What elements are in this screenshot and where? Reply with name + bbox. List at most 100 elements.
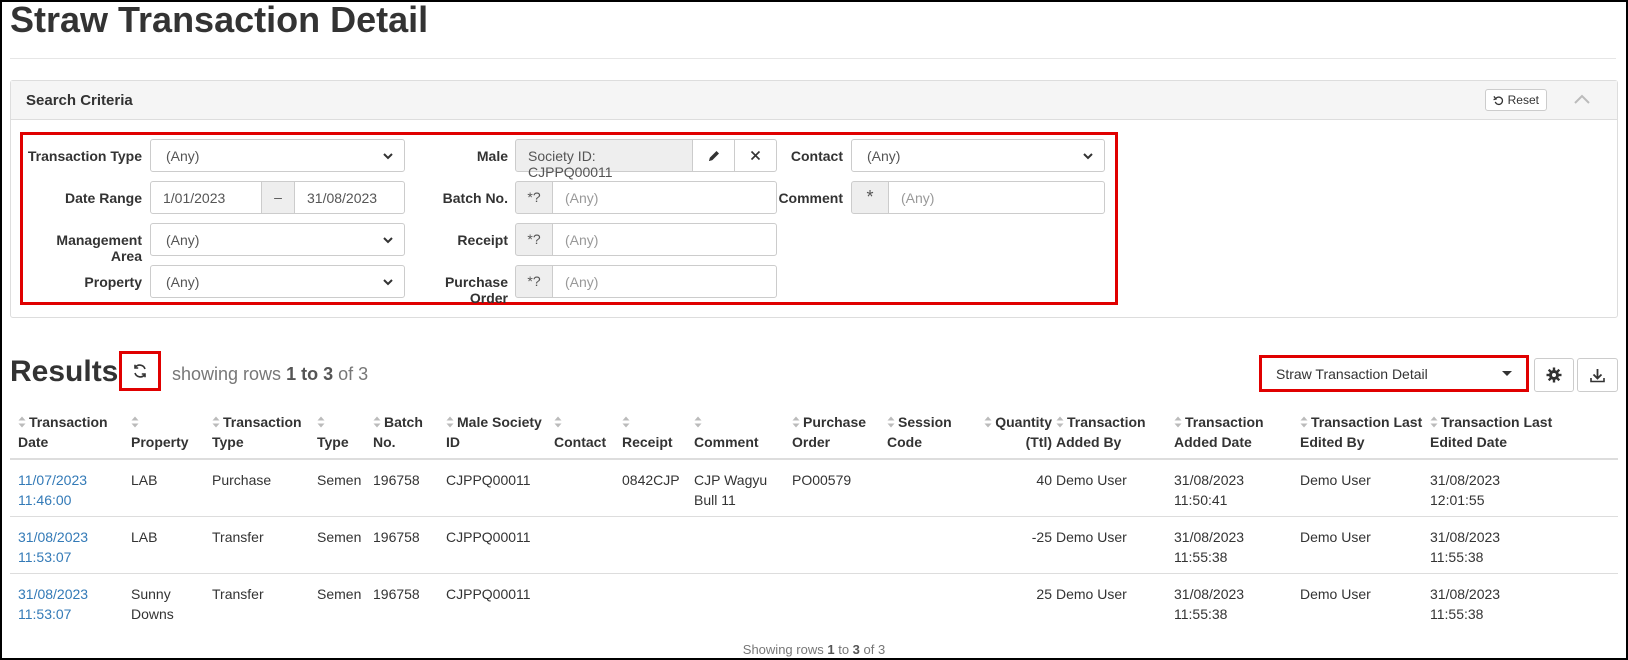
export-button[interactable] bbox=[1577, 358, 1618, 392]
receipt-input[interactable]: (Any) bbox=[552, 223, 777, 256]
header-line-2: Contact bbox=[554, 434, 607, 450]
header-line-1: Purchase bbox=[792, 412, 887, 432]
cell-line[interactable]: 11/07/2023 bbox=[18, 470, 128, 490]
close-icon bbox=[750, 150, 761, 161]
header-line-1: Batch bbox=[373, 412, 443, 432]
showing-rows-text: showing rows 1 to 3 of 3 bbox=[172, 364, 368, 385]
search-criteria-title: Search Criteria bbox=[26, 92, 133, 109]
contact-select[interactable]: (Any) bbox=[851, 139, 1105, 172]
footer-prefix: Showing rows bbox=[742, 642, 824, 657]
column-header-date[interactable]: Transaction Date bbox=[18, 412, 128, 452]
sort-icon bbox=[446, 416, 454, 428]
header-line-1 bbox=[554, 412, 619, 432]
column-header-po[interactable]: Purchase Order bbox=[792, 412, 887, 452]
pencil-icon bbox=[708, 150, 719, 161]
header-line-2: ID bbox=[446, 434, 460, 450]
comment-wildcard-addon: * bbox=[851, 181, 889, 214]
column-header-edited-by[interactable]: Transaction Last Edited By bbox=[1300, 412, 1428, 452]
header-line-2: Edited Date bbox=[1430, 434, 1508, 450]
header-line-2: Date bbox=[18, 434, 49, 450]
edit-male-button[interactable] bbox=[692, 139, 735, 172]
sort-icon bbox=[131, 416, 139, 428]
header-line-2: Order bbox=[792, 434, 831, 450]
cell-line[interactable]: 31/08/2023 bbox=[18, 527, 128, 547]
header-text: Transaction bbox=[223, 414, 302, 430]
cell-line[interactable]: 31/08/2023 bbox=[18, 584, 128, 604]
cell-comment: CJP Wagyu Bull 11 bbox=[694, 470, 789, 510]
column-header-added-by[interactable]: Transaction Added By bbox=[1056, 412, 1171, 452]
property-value: (Any) bbox=[166, 274, 200, 290]
column-header-type[interactable]: Type bbox=[317, 412, 372, 452]
search-criteria-header[interactable]: Search Criteria Reset bbox=[11, 81, 1617, 120]
cell-line[interactable]: 11:53:07 bbox=[18, 547, 128, 567]
header-line-1 bbox=[694, 412, 789, 432]
column-header-qty[interactable]: Quantity (Ttl) bbox=[972, 412, 1052, 452]
title-divider bbox=[10, 58, 1616, 59]
header-text: Quantity bbox=[995, 414, 1052, 430]
cell-date-link[interactable]: 11/07/2023 11:46:00 bbox=[18, 470, 128, 510]
cell-added-by: Demo User bbox=[1056, 529, 1127, 545]
male-field: Society ID: CJPPQ00011 bbox=[515, 139, 693, 180]
date-range-separator: – bbox=[261, 181, 295, 214]
table-row: 31/08/2023 11:53:07 Sunny Downs Transfer Seme… bbox=[10, 574, 1618, 631]
reset-button[interactable]: Reset bbox=[1484, 89, 1547, 111]
column-header-batch[interactable]: Batch No. bbox=[373, 412, 443, 452]
header-line-1: Transaction bbox=[1174, 412, 1299, 432]
date-to-value: 31/08/2023 bbox=[307, 190, 378, 206]
cell-line[interactable]: 11:53:07 bbox=[18, 604, 128, 624]
header-line-1: Transaction bbox=[18, 412, 128, 432]
header-line-1 bbox=[131, 412, 211, 432]
report-layout-select[interactable]: Straw Transaction Detail bbox=[1259, 355, 1529, 392]
column-header-added-date[interactable]: Transaction Added Date bbox=[1174, 412, 1299, 452]
cell-line: 11:50:41 bbox=[1174, 492, 1228, 508]
header-line-2: (Ttl) bbox=[1025, 434, 1052, 450]
clear-male-button[interactable] bbox=[734, 139, 777, 172]
cell-line[interactable]: 11:46:00 bbox=[18, 490, 128, 510]
cell-edited-date: 31/08/2023 11:55:38 bbox=[1430, 584, 1580, 624]
management-area-label: Management Area bbox=[56, 232, 142, 264]
results-title: Results bbox=[10, 355, 119, 388]
settings-button[interactable] bbox=[1534, 358, 1574, 392]
cell-line: 11:55:38 bbox=[1430, 549, 1484, 565]
purchase-order-placeholder: (Any) bbox=[565, 274, 599, 290]
header-line-2: Type bbox=[317, 434, 349, 450]
column-header-edited-date[interactable]: Transaction Last Edited Date bbox=[1430, 412, 1580, 452]
column-header-comment[interactable]: Comment bbox=[694, 412, 789, 452]
cell-batch: 196758 bbox=[373, 586, 420, 602]
column-header-receipt[interactable]: Receipt bbox=[622, 412, 692, 452]
cell-line: 31/08/2023 bbox=[1174, 529, 1245, 545]
cell-edited-date: 31/08/2023 12:01:55 bbox=[1430, 470, 1580, 510]
footer-of: of 3 bbox=[863, 642, 886, 657]
column-header-contact[interactable]: Contact bbox=[554, 412, 619, 452]
cell-date-link[interactable]: 31/08/2023 11:53:07 bbox=[18, 584, 128, 624]
undo-icon bbox=[1493, 95, 1503, 105]
column-header-txn-type[interactable]: Transaction Type bbox=[212, 412, 312, 452]
chevron-up-icon[interactable] bbox=[1573, 91, 1591, 107]
cell-date-link[interactable]: 31/08/2023 11:53:07 bbox=[18, 527, 128, 567]
cell-line: 12:01:55 bbox=[1430, 492, 1485, 508]
management-area-select[interactable]: (Any) bbox=[150, 223, 405, 256]
sort-icon bbox=[622, 416, 630, 428]
property-select[interactable]: (Any) bbox=[150, 265, 405, 298]
purchase-order-input[interactable]: (Any) bbox=[552, 265, 777, 298]
column-header-male[interactable]: Male Society ID bbox=[446, 412, 551, 452]
purchase-order-wildcard-addon: *? bbox=[515, 265, 553, 298]
transaction-type-select[interactable]: (Any) bbox=[150, 139, 405, 172]
cell-txn-type: Purchase bbox=[212, 472, 272, 488]
header-line-1 bbox=[622, 412, 692, 432]
batch-no-input[interactable]: (Any) bbox=[552, 181, 777, 214]
comment-input[interactable]: (Any) bbox=[888, 181, 1105, 214]
column-header-property[interactable]: Property bbox=[131, 412, 211, 452]
column-header-session[interactable]: Session Code bbox=[887, 412, 975, 452]
download-icon bbox=[1590, 368, 1605, 382]
footer-to-word: to bbox=[838, 642, 850, 657]
male-label: Male bbox=[476, 148, 508, 164]
cell-male: CJPPQ00011 bbox=[446, 529, 531, 545]
header-line-1: Quantity bbox=[972, 412, 1052, 432]
sort-icon bbox=[554, 416, 562, 428]
sort-icon bbox=[1174, 416, 1182, 428]
refresh-button[interactable] bbox=[119, 351, 161, 391]
header-text: Session bbox=[898, 414, 952, 430]
date-to-input[interactable]: 31/08/2023 bbox=[294, 181, 405, 214]
date-from-input[interactable]: 1/01/2023 bbox=[150, 181, 262, 214]
